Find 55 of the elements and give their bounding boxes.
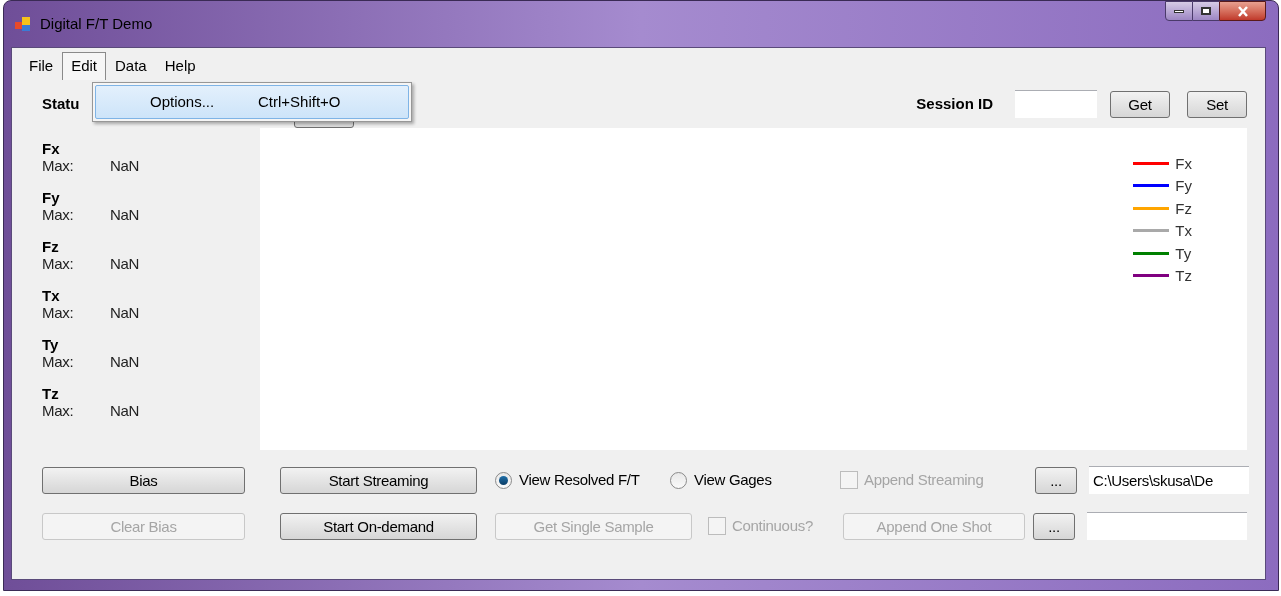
max-label: Max: <box>42 304 75 321</box>
session-id-label: Session ID <box>916 93 993 114</box>
channel-name: Fx <box>42 140 61 157</box>
max-value: NaN <box>110 255 140 272</box>
channel-name: Fy <box>42 189 61 206</box>
checkbox-label: Append Streaming <box>864 469 984 490</box>
max-label: Max: <box>42 402 75 419</box>
session-id-field[interactable] <box>1015 90 1097 118</box>
channel-name: Tz <box>42 385 60 402</box>
browse-button[interactable]: ... <box>1035 466 1077 494</box>
max-value: NaN <box>110 157 140 174</box>
minimize-button[interactable] <box>1165 1 1193 21</box>
app-icon <box>14 15 32 33</box>
close-icon <box>1236 5 1249 17</box>
max-label: Max: <box>42 206 75 223</box>
max-label: Max: <box>42 157 75 174</box>
status-label: Statu <box>42 93 80 114</box>
legend-label: Ty <box>1175 245 1192 261</box>
channel-name: Ty <box>42 336 60 353</box>
menu-item[interactable]: Help <box>155 52 205 80</box>
set-button[interactable]: Set <box>1187 90 1247 118</box>
max-value: NaN <box>110 206 140 223</box>
max-value: NaN <box>110 304 140 321</box>
legend-label: Fx <box>1175 155 1192 171</box>
menu-item[interactable]: Edit <box>62 52 107 80</box>
file-path-field[interactable] <box>1087 512 1247 540</box>
menu-item[interactable]: File <box>20 52 63 80</box>
menu-item[interactable]: Data <box>106 52 156 80</box>
minimize-icon <box>1174 9 1184 13</box>
max-label: Max: <box>42 255 75 272</box>
maximize-button[interactable] <box>1193 1 1219 21</box>
legend-label: Tz <box>1175 268 1192 284</box>
max-value: NaN <box>110 402 140 419</box>
max-value: NaN <box>110 353 140 370</box>
legend-label: Tx <box>1175 223 1192 239</box>
file-path-field[interactable]: C:\Users\skusa\De <box>1089 466 1249 494</box>
maximize-icon <box>1201 7 1211 15</box>
window-title: Digital F/T Demo <box>40 13 153 34</box>
radio-label: View Resolved F/T <box>519 469 640 490</box>
get-button[interactable]: Get <box>1110 90 1170 118</box>
menu-option[interactable]: Options... Ctrl+Shift+O <box>95 85 409 119</box>
radio-label: View Gages <box>694 469 772 490</box>
start-streaming-button[interactable]: Start Streaming <box>280 466 477 494</box>
legend-label: Fz <box>1175 200 1192 216</box>
max-label: Max: <box>42 353 75 370</box>
radio-button[interactable] <box>670 471 687 489</box>
channel-name: Fz <box>42 238 60 255</box>
bias-button[interactable]: Bias <box>42 466 245 494</box>
legend-label: Fy <box>1175 178 1192 194</box>
radio-button[interactable] <box>495 471 512 489</box>
channel-name: Tx <box>42 287 61 304</box>
start-on-demand-button[interactable]: Start On-demand <box>280 512 477 540</box>
checkbox-label: Continuous? <box>732 515 813 536</box>
close-button[interactable] <box>1219 1 1266 21</box>
browse-button[interactable]: ... <box>1033 512 1075 540</box>
